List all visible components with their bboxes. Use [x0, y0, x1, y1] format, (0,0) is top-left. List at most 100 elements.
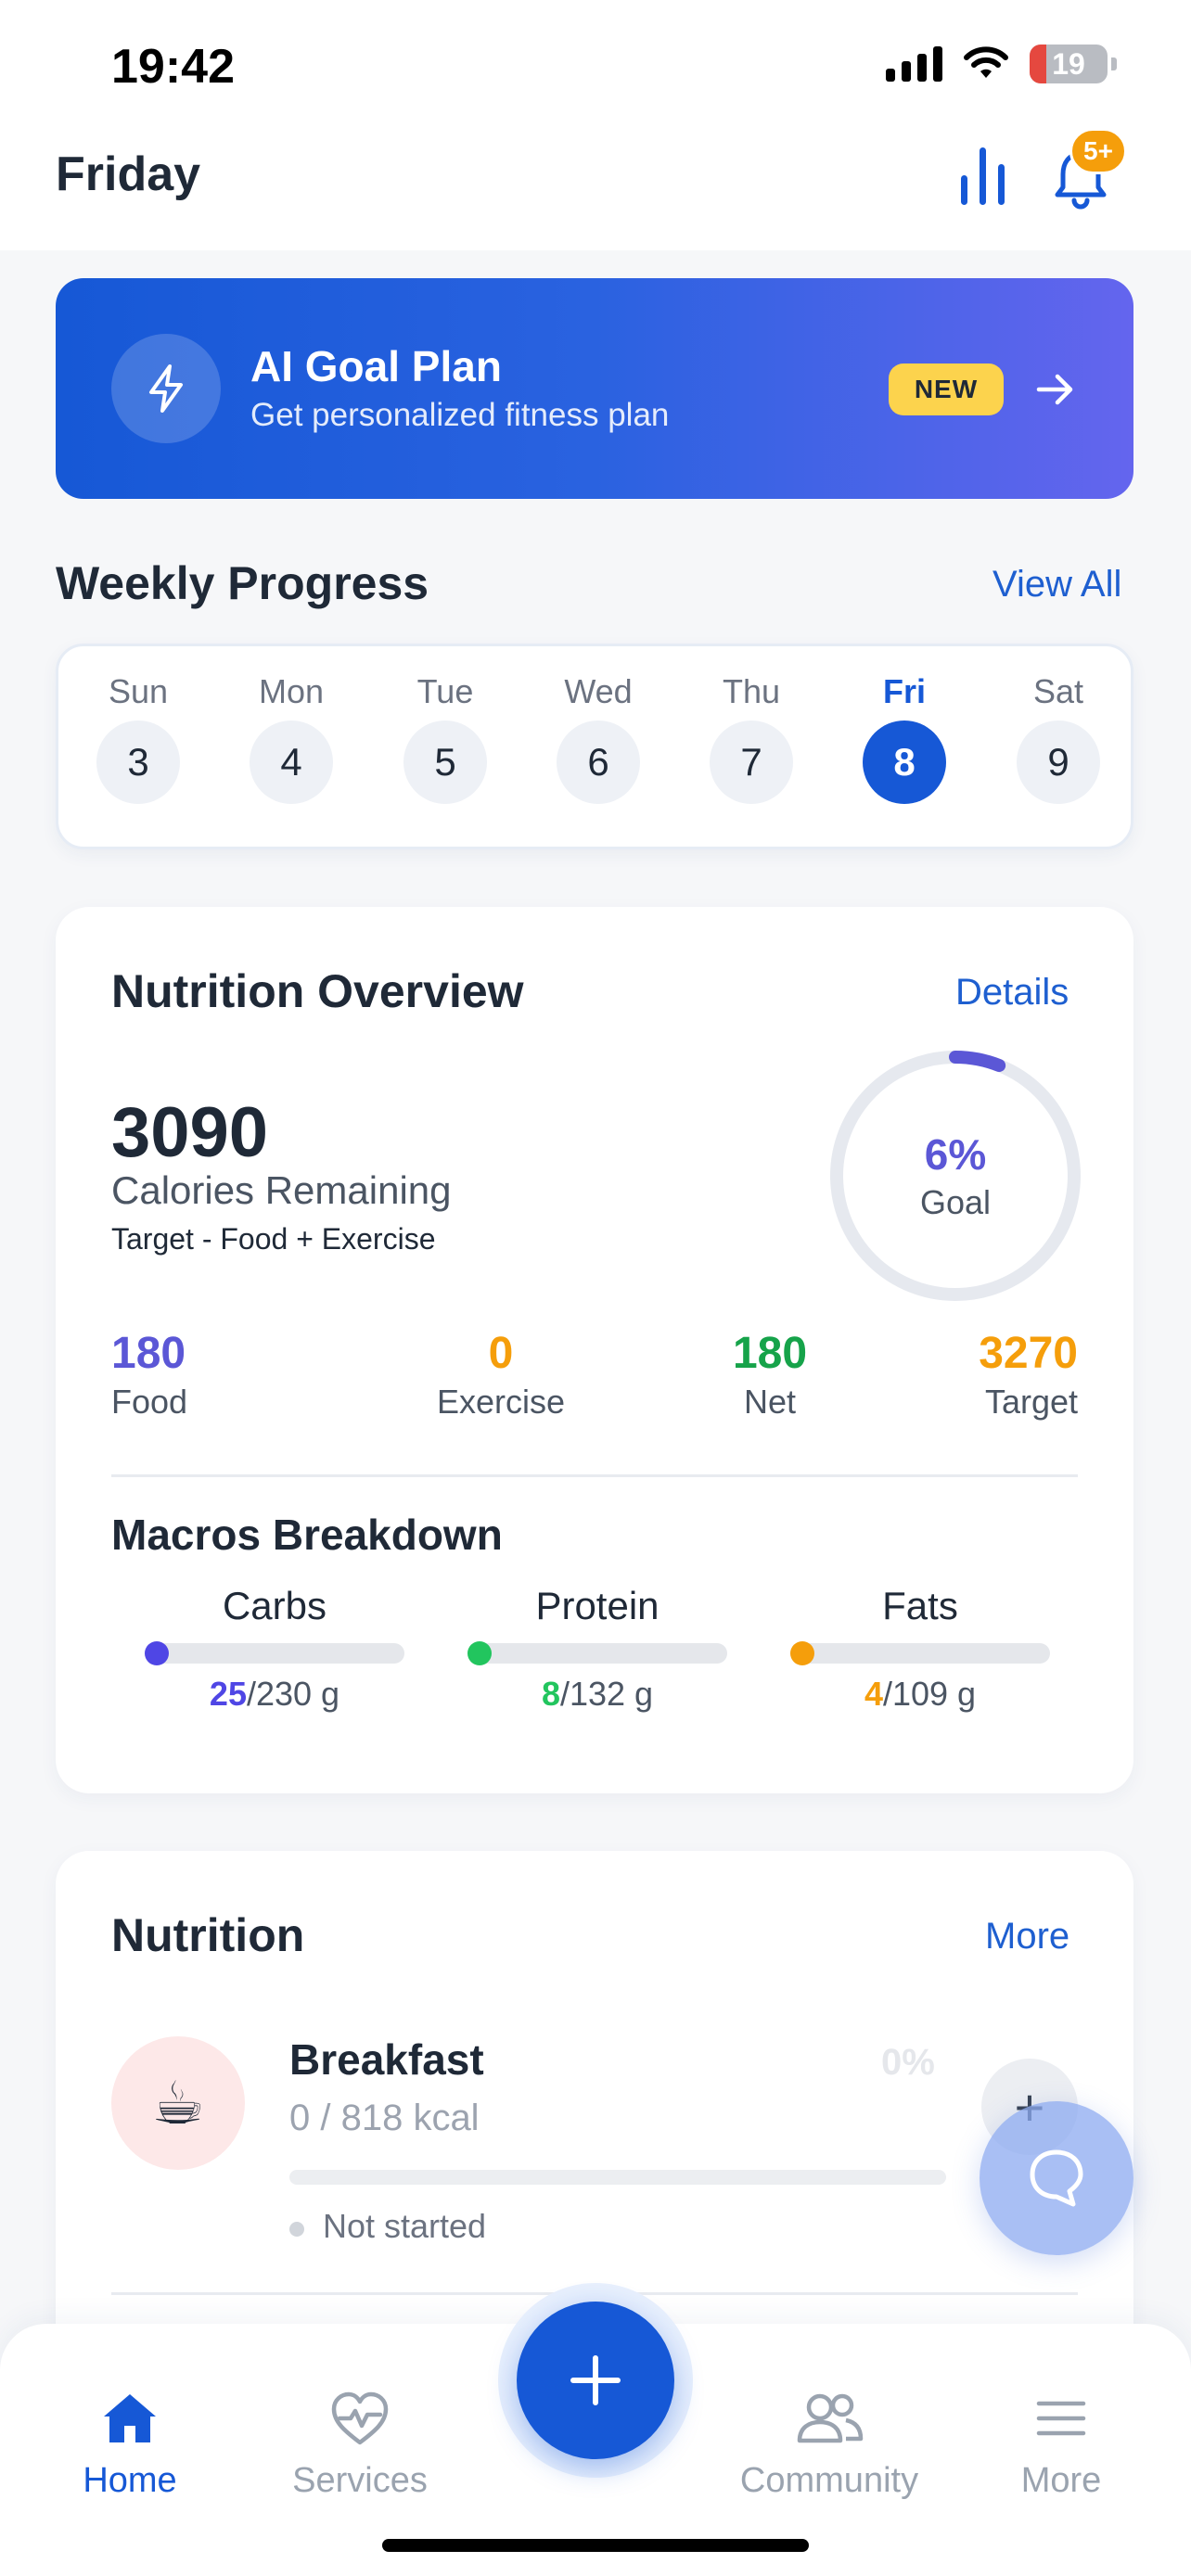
macro-name: Protein [535, 1584, 660, 1627]
meal-progress-bar [289, 2170, 946, 2185]
status-icons: 19 [886, 45, 1117, 83]
overview-title: Nutrition Overview [111, 965, 524, 1017]
nav-more[interactable]: More [959, 2379, 1163, 2501]
day-label: Fri [882, 672, 926, 710]
battery-icon: 19 [1030, 45, 1108, 83]
macro-fill [790, 1641, 814, 1665]
macro-fill [467, 1641, 492, 1665]
nav-services[interactable]: Services [258, 2379, 462, 2501]
day-number: 5 [403, 721, 487, 804]
weekly-progress-title: Weekly Progress [56, 557, 429, 609]
day-number: 6 [557, 721, 640, 804]
stat-exercise: 0 Exercise [380, 1328, 621, 1422]
day-label: Wed [564, 672, 633, 710]
nutrition-title: Nutrition [111, 1909, 305, 1961]
stat-label: Exercise [436, 1383, 566, 1421]
status-time: 19:42 [111, 40, 235, 94]
nav-community[interactable]: Community [727, 2379, 931, 2501]
stat-label: Net [743, 1383, 797, 1421]
day-label: Mon [258, 672, 325, 710]
macro-amount: 4/109 g [864, 1675, 977, 1713]
day-mon[interactable]: Mon 4 [245, 646, 338, 804]
nutrition-overview-card: Nutrition Overview Details 3090 Calories… [56, 907, 1133, 1793]
divider [111, 1474, 1078, 1477]
home-indicator [382, 2539, 809, 2552]
goal-title: AI Goal Plan [250, 342, 502, 390]
day-sat[interactable]: Sat 9 [1012, 646, 1105, 804]
day-tue[interactable]: Tue 5 [399, 646, 492, 804]
day-sun[interactable]: Sun 3 [92, 646, 185, 804]
day-number: 7 [710, 721, 793, 804]
macro-carbs: Carbs 25/230 g [145, 1584, 404, 1714]
page-title: Friday [56, 147, 201, 201]
stat-value: 180 [111, 1329, 186, 1378]
day-label: Tue [416, 672, 474, 710]
chat-button[interactable] [980, 2101, 1133, 2255]
day-fri[interactable]: Fri 8 [858, 646, 951, 804]
goal-label: Goal [919, 1183, 992, 1221]
menu-icon [959, 2379, 1163, 2457]
details-link[interactable]: Details [955, 972, 1069, 1014]
wifi-icon [964, 46, 1008, 78]
heart-pulse-icon [258, 2379, 462, 2457]
day-number: 8 [863, 721, 946, 804]
stat-net: 180 Net [677, 1328, 863, 1422]
stat-value: 0 [488, 1329, 514, 1378]
stat-label: Target [984, 1383, 1078, 1421]
macro-protein: Protein 8/132 g [467, 1584, 727, 1714]
lightning-icon [111, 334, 221, 443]
macro-name: Fats [882, 1584, 958, 1627]
macros-title: Macros Breakdown [111, 1511, 503, 1559]
arrow-right-icon [1036, 374, 1073, 405]
day-number: 4 [250, 721, 333, 804]
stat-value: 180 [732, 1329, 808, 1378]
new-badge: NEW [889, 363, 1004, 415]
status-dot [289, 2222, 304, 2237]
notification-badge: 5+ [1069, 128, 1127, 174]
nav-label: Services [292, 2461, 428, 2500]
day-thu[interactable]: Thu 7 [705, 646, 798, 804]
nav-home[interactable]: Home [28, 2379, 232, 2501]
chat-bubble-icon [1030, 2149, 1083, 2207]
stat-food: 180 Food [111, 1328, 187, 1422]
day-label: Sun [108, 672, 169, 710]
macro-fill [145, 1641, 169, 1665]
nav-label: Community [739, 2461, 919, 2500]
stat-label: Food [111, 1383, 188, 1421]
meal-status: Not started [323, 2207, 487, 2245]
users-icon [727, 2379, 931, 2457]
add-button[interactable] [517, 2302, 674, 2459]
macro-name: Carbs [222, 1584, 327, 1627]
calories-remaining-label: Calories Remaining [111, 1168, 452, 1212]
signal-icon [886, 46, 942, 82]
goal-percent: 6% [924, 1130, 987, 1179]
more-link[interactable]: More [985, 1916, 1069, 1958]
meal-name[interactable]: Breakfast [289, 2034, 484, 2085]
battery-level: 19 [1052, 46, 1085, 81]
day-label: Sat [1032, 672, 1084, 710]
calories-formula: Target - Food + Exercise [111, 1222, 436, 1256]
macro-amount: 25/230 g [209, 1675, 340, 1713]
nav-label: Home [83, 2461, 177, 2500]
plus-icon [570, 2355, 621, 2405]
view-all-link[interactable]: View All [992, 564, 1121, 606]
macro-bar [790, 1641, 1050, 1665]
status-bar: 19:42 19 [0, 0, 1191, 130]
coffee-icon: ☕ [111, 2036, 245, 2170]
ai-goal-banner[interactable]: AI Goal Plan Get personalized fitness pl… [56, 278, 1133, 499]
nav-label: More [1020, 2461, 1102, 2500]
stats-chart-icon[interactable] [955, 144, 1011, 209]
macro-amount: 8/132 g [541, 1675, 654, 1713]
meal-percent: 0% [881, 2042, 935, 2083]
goal-subtitle: Get personalized fitness plan [250, 397, 670, 433]
macro-bar [467, 1641, 727, 1665]
home-icon [28, 2379, 232, 2457]
week-calendar: Sun 3 Mon 4 Tue 5 Wed 6 Thu 7 Fri 8 Sat … [56, 644, 1133, 849]
app-header: Friday [0, 130, 1191, 250]
stat-value: 3270 [979, 1329, 1078, 1378]
calories-remaining-value: 3090 [111, 1093, 269, 1172]
day-number: 9 [1017, 721, 1100, 804]
day-wed[interactable]: Wed 6 [552, 646, 645, 804]
stat-target: 3270 Target [890, 1328, 1078, 1422]
day-number: 3 [96, 721, 180, 804]
